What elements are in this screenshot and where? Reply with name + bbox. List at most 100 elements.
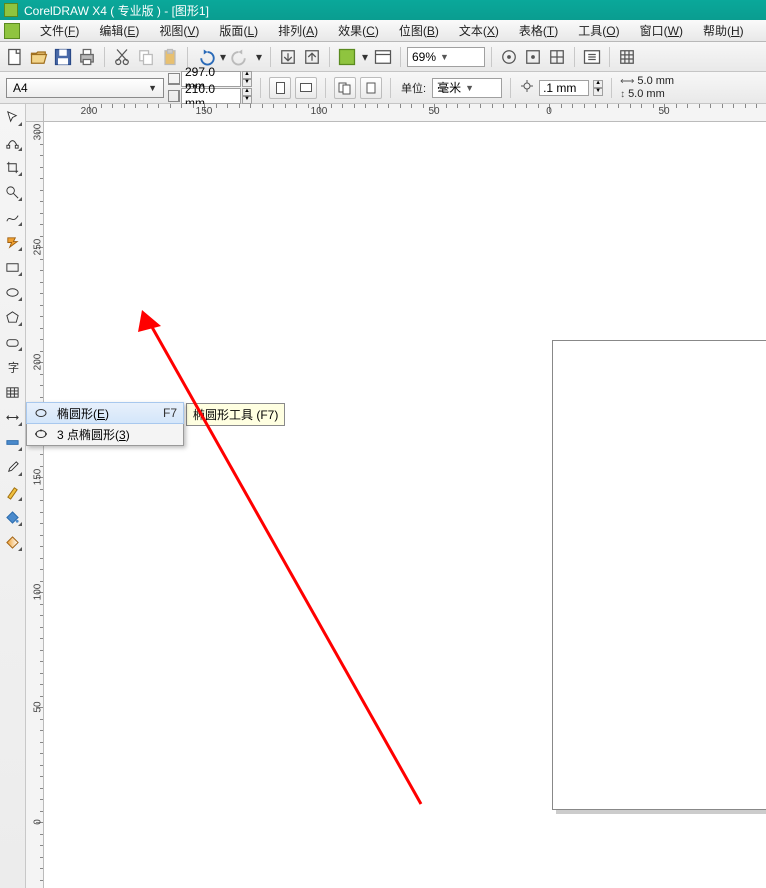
window-title: CorelDRAW X4 ( 专业版 ) - [图形1] xyxy=(24,2,209,19)
chevron-down-icon: ▼ xyxy=(465,83,474,93)
menu-layout[interactable]: 版面(L) xyxy=(209,20,268,41)
menu-edit[interactable]: 编辑(E) xyxy=(89,20,149,41)
ruler-origin[interactable] xyxy=(26,104,44,122)
three-point-ellipse-icon xyxy=(33,426,49,442)
rectangle-tool[interactable] xyxy=(2,256,24,278)
nudge-spinner[interactable]: ▲▼ xyxy=(593,80,603,96)
menu-bitmap[interactable]: 位图(B) xyxy=(389,20,449,41)
menu-bar: 文件(F) 编辑(E) 视图(V) 版面(L) 排列(A) 效果(C) 位图(B… xyxy=(0,20,766,42)
menu-text[interactable]: 文本(X) xyxy=(449,20,509,41)
interactive-tool[interactable] xyxy=(2,431,24,453)
paper-size-combo[interactable]: A4 ▼ xyxy=(6,78,164,98)
import-button[interactable] xyxy=(277,46,299,68)
ruler-vertical[interactable]: 300250200150100500 xyxy=(26,122,44,888)
height-icon xyxy=(168,90,180,102)
app-launcher-drop-icon[interactable]: ▾ xyxy=(360,46,370,68)
page-height-input[interactable]: 210.0 mm xyxy=(181,88,241,104)
menu-file[interactable]: 文件(F) xyxy=(30,20,89,41)
menu-effects[interactable]: 效果(C) xyxy=(328,20,389,41)
dup-y-icon: ↕ xyxy=(620,89,625,100)
print-button[interactable] xyxy=(76,46,98,68)
menu-table[interactable]: 表格(T) xyxy=(509,20,568,41)
separator xyxy=(187,47,188,67)
width-icon xyxy=(168,73,180,85)
menu-tools[interactable]: 工具(O) xyxy=(568,20,629,41)
ellipse-icon xyxy=(33,405,49,421)
interactive-fill-tool[interactable] xyxy=(2,531,24,553)
toolbox: 字 xyxy=(0,104,26,888)
grid-toggle-button[interactable] xyxy=(616,46,638,68)
separator xyxy=(574,47,575,67)
flyout-3pt-ellipse[interactable]: 3 点椭圆形(3) xyxy=(27,423,183,445)
current-page-button[interactable] xyxy=(360,77,382,99)
basic-shapes-tool[interactable] xyxy=(2,331,24,353)
snap-button-1[interactable] xyxy=(498,46,520,68)
separator xyxy=(609,47,610,67)
new-button[interactable] xyxy=(4,46,26,68)
open-button[interactable] xyxy=(28,46,50,68)
units-combo[interactable]: 毫米 ▼ xyxy=(432,78,502,98)
width-spinner[interactable]: ▲▼ xyxy=(242,71,252,87)
app-logo-icon xyxy=(4,3,18,17)
flyout-3pt-label: 3 点椭圆形(3) xyxy=(57,426,177,443)
separator xyxy=(325,78,326,98)
height-spinner[interactable]: ▲▼ xyxy=(242,88,252,104)
standard-toolbar: ▾ ▾ ▾ 69% ▼ xyxy=(0,42,766,72)
portrait-button[interactable] xyxy=(269,77,291,99)
menu-view[interactable]: 视图(V) xyxy=(149,20,209,41)
dup-x-icon: ⟷ xyxy=(620,76,634,87)
separator xyxy=(104,47,105,67)
ellipse-tool[interactable] xyxy=(2,281,24,303)
pick-tool[interactable] xyxy=(2,106,24,128)
flyout-ellipse-shortcut: F7 xyxy=(163,406,177,420)
menu-arrange[interactable]: 排列(A) xyxy=(268,20,328,41)
polygon-tool[interactable] xyxy=(2,306,24,328)
drawing-canvas[interactable] xyxy=(44,122,766,888)
tooltip: 椭圆形工具 (F7) xyxy=(186,403,285,426)
zoom-combo[interactable]: 69% ▼ xyxy=(407,47,485,67)
snap-button-3[interactable] xyxy=(546,46,568,68)
app-launcher-button[interactable] xyxy=(336,46,358,68)
options-button[interactable] xyxy=(581,46,603,68)
title-bar: CorelDRAW X4 ( 专业版 ) - [图形1] xyxy=(0,0,766,20)
landscape-button[interactable] xyxy=(295,77,317,99)
all-pages-button[interactable] xyxy=(334,77,356,99)
menu-help[interactable]: 帮助(H) xyxy=(693,20,754,41)
shape-tool[interactable] xyxy=(2,131,24,153)
separator xyxy=(390,78,391,98)
cut-button[interactable] xyxy=(111,46,133,68)
flyout-ellipse[interactable]: 椭圆形(E) F7 xyxy=(26,402,184,424)
export-button[interactable] xyxy=(301,46,323,68)
chevron-down-icon: ▼ xyxy=(440,52,449,62)
dup-x-value: 5.0 mm xyxy=(635,75,676,87)
welcome-button[interactable] xyxy=(372,46,394,68)
separator xyxy=(270,47,271,67)
table-tool[interactable] xyxy=(2,381,24,403)
outline-tool[interactable] xyxy=(2,481,24,503)
paste-button[interactable] xyxy=(159,46,181,68)
zoom-tool[interactable] xyxy=(2,181,24,203)
snap-button-2[interactable] xyxy=(522,46,544,68)
canvas-area[interactable]: 20015010050050 300250200150100500 xyxy=(26,104,766,888)
property-bar: A4 ▼ 297.0 mm ▲▼ 210.0 mm ▲▼ 单位: 毫米 ▼ .1… xyxy=(0,72,766,104)
crop-tool[interactable] xyxy=(2,156,24,178)
redo-drop-icon[interactable]: ▾ xyxy=(254,46,264,68)
separator xyxy=(260,78,261,98)
menu-window[interactable]: 窗口(W) xyxy=(630,20,693,41)
eyedropper-tool[interactable] xyxy=(2,456,24,478)
ellipse-flyout: 椭圆形(E) F7 3 点椭圆形(3) xyxy=(26,402,184,446)
dimension-tool[interactable] xyxy=(2,406,24,428)
doc-logo-icon xyxy=(4,23,20,39)
separator xyxy=(491,47,492,67)
text-tool[interactable]: 字 xyxy=(2,356,24,378)
copy-button[interactable] xyxy=(135,46,157,68)
smart-fill-tool[interactable] xyxy=(2,231,24,253)
dup-y-value: 5.0 mm xyxy=(626,88,667,100)
save-button[interactable] xyxy=(52,46,74,68)
freehand-tool[interactable] xyxy=(2,206,24,228)
page-rect xyxy=(552,340,766,810)
ruler-horizontal[interactable]: 20015010050050 xyxy=(44,104,766,122)
nudge-input[interactable]: .1 mm xyxy=(539,80,589,96)
nudge-icon xyxy=(519,78,535,97)
fill-tool[interactable] xyxy=(2,506,24,528)
